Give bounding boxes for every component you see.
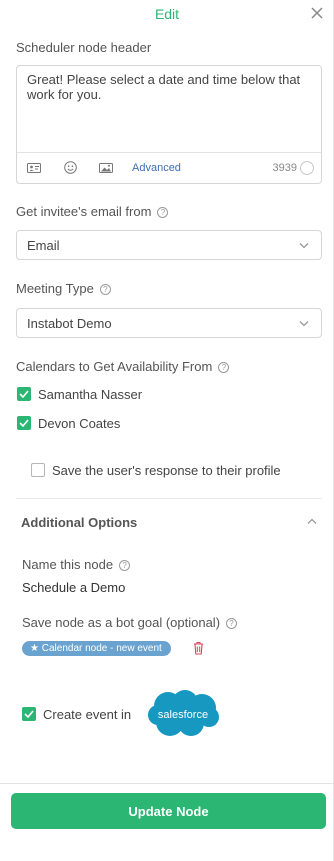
meeting-type-label-text: Meeting Type bbox=[16, 281, 94, 296]
divider bbox=[16, 498, 322, 499]
bot-goal-tag-text: Calendar node - new event bbox=[41, 643, 162, 654]
meeting-type-select[interactable]: Instabot Demo bbox=[16, 308, 322, 338]
star-icon: ★ bbox=[30, 643, 42, 654]
invitee-email-label-text: Get invitee's email from bbox=[16, 204, 152, 219]
editor-toolbar: Advanced 3939 bbox=[17, 152, 321, 183]
scheduler-header-editor: Great! Please select a date and time bel… bbox=[16, 65, 322, 184]
calendars-label-text: Calendars to Get Availability From bbox=[16, 359, 213, 374]
panel-header: Edit bbox=[0, 0, 334, 28]
scheduler-header-textarea[interactable]: Great! Please select a date and time bel… bbox=[17, 66, 321, 150]
advanced-link[interactable]: Advanced bbox=[132, 162, 181, 174]
node-name-label-text: Name this node bbox=[22, 557, 114, 572]
checkbox-checked[interactable] bbox=[17, 387, 31, 401]
help-icon[interactable]: ? bbox=[218, 362, 230, 373]
invitee-email-select[interactable]: Email bbox=[16, 230, 322, 260]
update-node-button[interactable]: Update Node bbox=[11, 793, 326, 829]
invitee-email-value: Email bbox=[27, 238, 60, 253]
help-icon[interactable]: ? bbox=[157, 207, 169, 218]
footer-divider bbox=[0, 783, 334, 784]
character-count: 3939 bbox=[272, 162, 297, 174]
contact-card-icon[interactable] bbox=[27, 162, 41, 174]
meeting-type-value: Instabot Demo bbox=[27, 316, 112, 331]
checkbox-checked[interactable] bbox=[17, 416, 31, 430]
bot-goal-label-text: Save node as a bot goal (optional) bbox=[22, 615, 221, 630]
salesforce-logo-text: salesforce bbox=[158, 709, 208, 721]
image-icon[interactable] bbox=[99, 162, 113, 174]
invitee-email-label: Get invitee's email from? bbox=[16, 204, 169, 219]
additional-options-title[interactable]: Additional Options bbox=[21, 515, 137, 530]
calendar-name: Samantha Nasser bbox=[38, 387, 143, 402]
node-name-label: Name this node? bbox=[22, 557, 131, 572]
scheduler-header-label: Scheduler node header bbox=[16, 40, 152, 55]
panel-title: Edit bbox=[154, 6, 180, 22]
edit-panel: Edit Scheduler node header Great! Please… bbox=[0, 0, 334, 861]
close-icon[interactable] bbox=[310, 6, 324, 20]
calendars-label: Calendars to Get Availability From? bbox=[16, 359, 230, 374]
node-name-value[interactable]: Schedule a Demo bbox=[22, 580, 125, 595]
character-limit-indicator bbox=[300, 161, 314, 175]
help-icon[interactable]: ? bbox=[119, 560, 131, 571]
chevron-down-icon bbox=[299, 321, 309, 327]
trash-icon[interactable] bbox=[193, 641, 204, 655]
create-event-label: Create event in bbox=[43, 707, 132, 722]
salesforce-logo: salesforce bbox=[148, 690, 219, 736]
help-icon[interactable]: ? bbox=[99, 284, 111, 295]
emoji-icon[interactable] bbox=[64, 161, 77, 174]
chevron-up-icon[interactable] bbox=[307, 518, 317, 525]
meeting-type-label: Meeting Type? bbox=[16, 281, 111, 296]
checkbox-unchecked[interactable] bbox=[31, 463, 45, 477]
save-response-label: Save the user's response to their profil… bbox=[52, 463, 281, 478]
bot-goal-label: Save node as a bot goal (optional)? bbox=[22, 615, 238, 630]
checkbox-checked[interactable] bbox=[22, 707, 36, 721]
chevron-down-icon bbox=[299, 243, 309, 249]
calendar-name: Devon Coates bbox=[38, 416, 121, 431]
bot-goal-tag[interactable]: ★ Calendar node - new event bbox=[22, 641, 171, 656]
help-icon[interactable]: ? bbox=[226, 618, 238, 629]
